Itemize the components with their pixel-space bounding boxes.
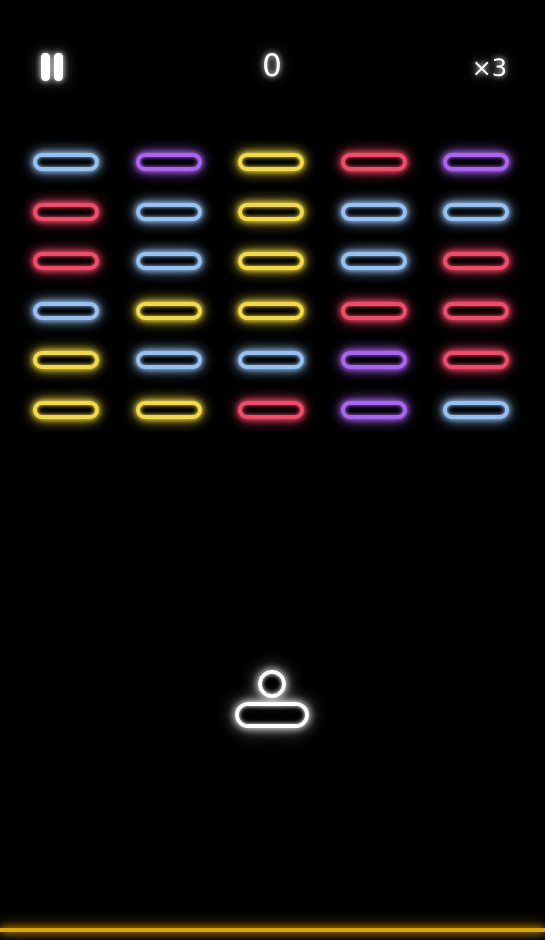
brick-yellow — [136, 302, 202, 320]
brick-blue — [136, 351, 202, 369]
brick-yellow — [33, 351, 99, 369]
brick-purple — [136, 153, 202, 171]
brick-blue — [341, 203, 407, 221]
ball — [258, 670, 286, 698]
brick-purple — [443, 153, 509, 171]
brick-purple — [341, 401, 407, 419]
brick-red — [238, 401, 304, 419]
brick-blue — [341, 252, 407, 270]
brick-blue — [33, 153, 99, 171]
brick-yellow — [238, 153, 304, 171]
floor-line — [0, 928, 545, 932]
brick-blue — [136, 203, 202, 221]
brick-blue — [33, 302, 99, 320]
brick-red — [33, 252, 99, 270]
brick-red — [341, 153, 407, 171]
brick-purple — [341, 351, 407, 369]
brick-yellow — [238, 302, 304, 320]
paddle[interactable] — [235, 702, 309, 728]
brick-yellow — [136, 401, 202, 419]
brick-red — [443, 351, 509, 369]
brick-blue — [136, 252, 202, 270]
brick-yellow — [33, 401, 99, 419]
brick-yellow — [238, 252, 304, 270]
brick-red — [341, 302, 407, 320]
brick-grid — [0, 0, 545, 940]
brick-red — [443, 252, 509, 270]
brick-blue — [443, 401, 509, 419]
brick-red — [33, 203, 99, 221]
brick-blue — [443, 203, 509, 221]
brick-red — [443, 302, 509, 320]
brick-yellow — [238, 203, 304, 221]
brick-blue — [238, 351, 304, 369]
